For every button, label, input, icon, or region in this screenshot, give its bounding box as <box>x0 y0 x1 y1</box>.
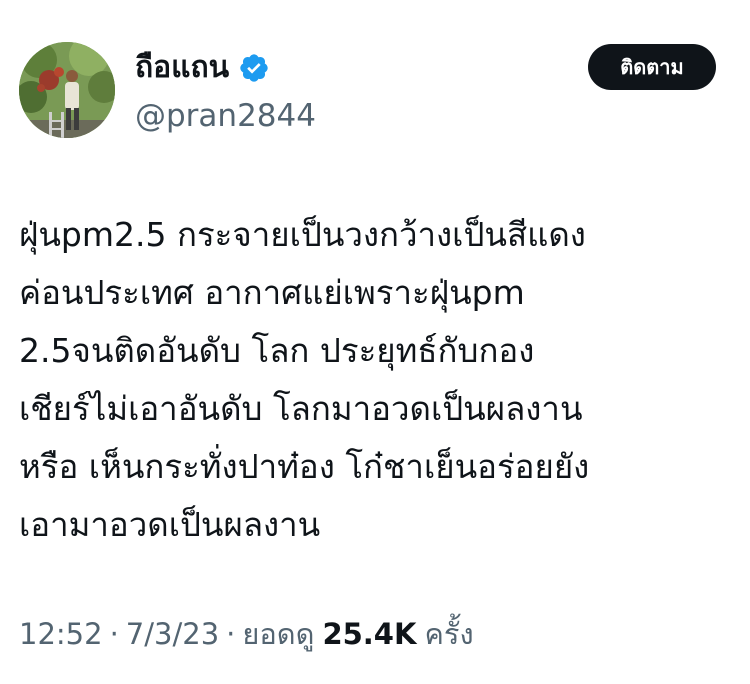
name-row: ถือแถน <box>135 48 270 88</box>
tweet-text: ฝุ่นpm2.5 กระจายเป็นวงกว้างเป็นสีแดง ค่อ… <box>19 206 734 554</box>
views-count: 25.4K <box>322 617 417 651</box>
views-label: ยอดดู <box>242 617 315 651</box>
meta-separator: · <box>109 617 119 651</box>
tweet-text-line: 2.5จนติดอันดับ โลก ประยุทธ์กับกอง <box>19 331 535 370</box>
verified-badge-icon <box>238 52 270 84</box>
display-name[interactable]: ถือแถน <box>135 48 229 88</box>
tweet-card: ถือแถน @pran2844 ติดตาม ฝุ่นpm2.5 กระจาย… <box>0 0 750 684</box>
tweet-date[interactable]: 7/3/23 <box>126 612 219 656</box>
user-handle[interactable]: @pran2844 <box>135 96 316 136</box>
tweet-text-line: ค่อนประเทศ อากาศแย่เพราะฝุ่นpm <box>19 273 525 312</box>
avatar-photo <box>19 42 115 138</box>
tweet-text-line: เชียร์ไม่เอาอันดับ โลกมาอวดเป็นผลงาน <box>19 389 583 428</box>
views-unit: ครั้ง <box>424 617 474 651</box>
tweet-text-line: หรือ เห็นกระทั่งปาท๋อง โก๋ชาเย็นอร่อยยัง <box>19 447 590 486</box>
tweet-meta: 12:52 · 7/3/23 · ยอดดู 25.4K ครั้ง <box>19 612 474 656</box>
tweet-text-line: ฝุ่นpm2.5 กระจายเป็นวงกว้างเป็นสีแดง <box>19 215 586 254</box>
avatar[interactable] <box>19 42 115 138</box>
follow-button[interactable]: ติดตาม <box>588 44 716 90</box>
tweet-time[interactable]: 12:52 <box>19 612 103 656</box>
tweet-text-line: เอามาอวดเป็นผลงาน <box>19 505 321 544</box>
meta-separator: · <box>226 617 236 651</box>
